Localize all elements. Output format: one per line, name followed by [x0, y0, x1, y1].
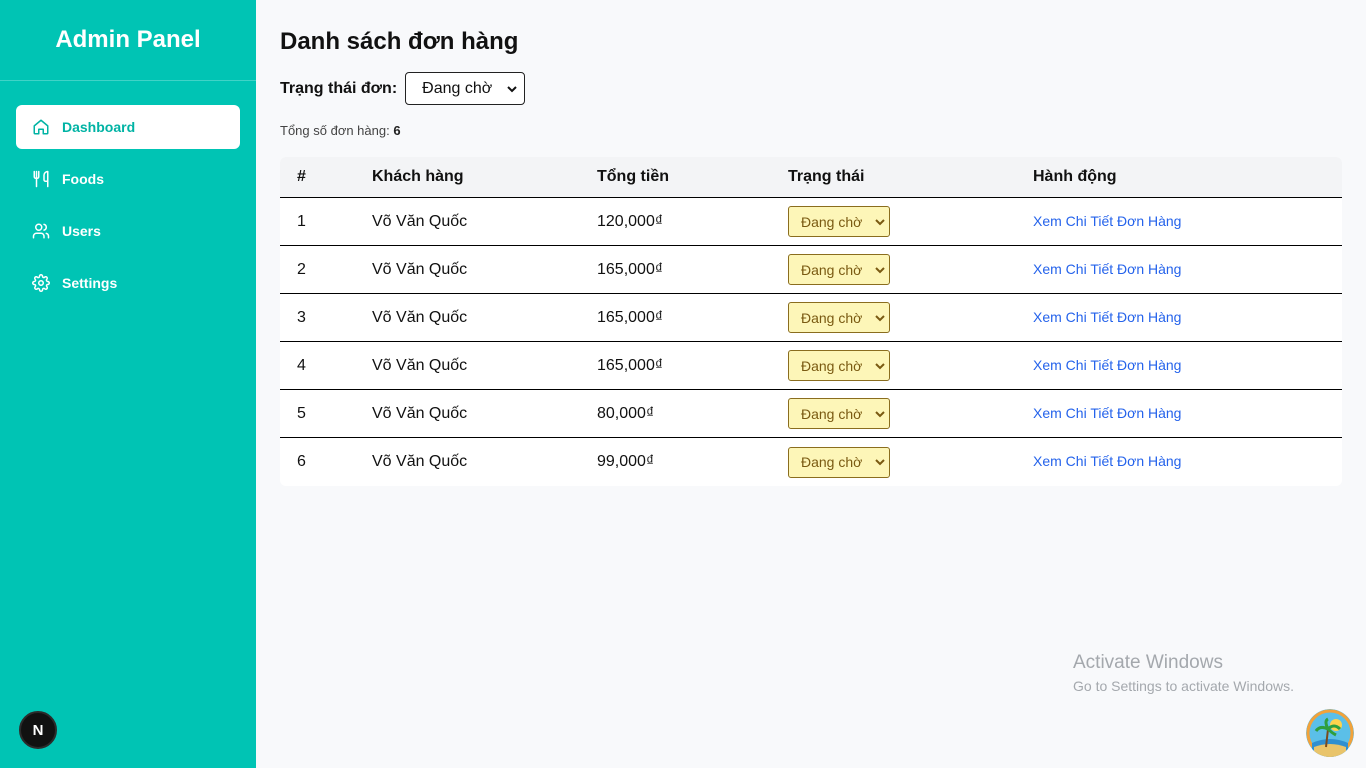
cell-customer: Võ Văn Quốc — [372, 308, 468, 326]
cell-total: 165,000₫ — [597, 260, 664, 278]
table-row: 6 Võ Văn Quốc 99,000₫ Đang chờ Xem Chi Tiết … — [280, 438, 1342, 486]
status-select[interactable]: Đang chờ — [788, 206, 890, 237]
view-order-detail-link[interactable]: Xem Chi Tiết Đơn Hàng — [1033, 357, 1181, 373]
sidebar-item-dashboard[interactable]: Dashboard — [16, 105, 240, 149]
cell-action: Xem Chi Tiết Đơn Hàng — [1033, 213, 1342, 231]
utensils-icon — [32, 170, 50, 188]
chevron-down-icon — [506, 83, 518, 95]
cell-total: 120,000₫ — [597, 212, 664, 230]
orders-table: # Khách hàng Tổng tiền Trạng thái Hành đ… — [280, 157, 1342, 486]
cell-action: Xem Chi Tiết Đơn Hàng — [1033, 357, 1342, 375]
total-label: Tổng số đơn hàng: — [280, 123, 390, 138]
cell-id: 5 — [297, 404, 306, 422]
status-select-value: Đang chờ — [801, 405, 863, 422]
cell-status: Đang chờ — [788, 302, 1033, 333]
chevron-down-icon — [874, 360, 886, 372]
header-total: Tổng tiền — [597, 168, 669, 185]
cell-id: 2 — [297, 260, 306, 278]
status-select-value: Đang chờ — [801, 309, 863, 326]
cell-customer: Võ Văn Quốc — [372, 404, 468, 422]
cell-customer: Võ Văn Quốc — [372, 212, 468, 230]
cell-status: Đang chờ — [788, 350, 1033, 381]
status-select-value: Đang chờ — [801, 357, 863, 374]
status-select[interactable]: Đang chờ — [788, 302, 890, 333]
gear-icon — [32, 274, 50, 292]
header-customer: Khách hàng — [372, 168, 464, 185]
status-select-value: Đang chờ — [801, 213, 863, 230]
cell-total: 80,000₫ — [597, 404, 655, 422]
cell-status: Đang chờ — [788, 206, 1033, 237]
sidebar-item-label: Settings — [62, 275, 118, 291]
users-icon — [32, 222, 50, 240]
view-order-detail-link[interactable]: Xem Chi Tiết Đơn Hàng — [1033, 453, 1181, 469]
chevron-down-icon — [874, 408, 886, 420]
header-status: Trạng thái — [788, 168, 865, 185]
status-select-value: Đang chờ — [801, 261, 863, 278]
view-order-detail-link[interactable]: Xem Chi Tiết Đơn Hàng — [1033, 261, 1181, 277]
status-filter-select[interactable]: Đang chờ — [405, 72, 526, 105]
brand-title: Admin Panel — [0, 0, 256, 81]
sidebar-item-users[interactable]: Users — [16, 209, 240, 253]
table-header: # Khách hàng Tổng tiền Trạng thái Hành đ… — [280, 157, 1342, 198]
cell-status: Đang chờ — [788, 254, 1033, 285]
cell-action: Xem Chi Tiết Đơn Hàng — [1033, 261, 1342, 279]
status-filter-label: Trạng thái đơn: — [280, 79, 398, 97]
cell-total: 99,000₫ — [597, 453, 655, 470]
status-select[interactable]: Đang chờ — [788, 446, 890, 478]
home-icon — [32, 118, 50, 136]
sidebar-item-foods[interactable]: Foods — [16, 157, 240, 201]
cell-customer: Võ Văn Quốc — [372, 356, 468, 374]
sidebar-nav: Dashboard Foods Users Settings — [0, 81, 256, 305]
cell-action: Xem Chi Tiết Đơn Hàng — [1033, 309, 1342, 327]
status-filter-value: Đang chờ — [422, 79, 493, 97]
cell-id: 6 — [297, 453, 306, 470]
cell-customer: Võ Văn Quốc — [372, 453, 468, 470]
sidebar-item-label: Users — [62, 223, 101, 239]
cell-total: 165,000₫ — [597, 356, 664, 374]
nextjs-badge[interactable]: N — [19, 711, 57, 749]
sidebar-item-label: Foods — [62, 171, 104, 187]
watermark-subtitle: Go to Settings to activate Windows. — [1073, 678, 1294, 694]
status-filter: Trạng thái đơn: Đang chờ — [280, 72, 526, 105]
header-action: Hành động — [1033, 168, 1117, 185]
table-row: 3 Võ Văn Quốc 165,000₫ Đang chờ Xem Chi Tiết… — [280, 294, 1342, 342]
total-value: 6 — [393, 123, 401, 138]
cell-action: Xem Chi Tiết Đơn Hàng — [1033, 405, 1342, 423]
sidebar-item-settings[interactable]: Settings — [16, 261, 240, 305]
cell-id: 4 — [297, 356, 306, 374]
cell-id: 1 — [297, 212, 306, 230]
view-order-detail-link[interactable]: Xem Chi Tiết Đơn Hàng — [1033, 213, 1181, 229]
status-select[interactable]: Đang chờ — [788, 254, 890, 285]
table-row: 5 Võ Văn Quốc 80,000₫ Đang chờ Xem Chi Tiết … — [280, 390, 1342, 438]
cell-id: 3 — [297, 308, 306, 326]
sidebar: Admin Panel Dashboard Foods Users Settin… — [0, 0, 256, 768]
beach-app-icon[interactable] — [1306, 709, 1354, 757]
cell-status: Đang chờ — [788, 446, 1033, 478]
chevron-down-icon — [874, 456, 886, 468]
cell-customer: Võ Văn Quốc — [372, 260, 468, 278]
cell-status: Đang chờ — [788, 398, 1033, 429]
table-row: 2 Võ Văn Quốc 165,000₫ Đang chờ Xem Chi Tiết… — [280, 246, 1342, 294]
status-select[interactable]: Đang chờ — [788, 350, 890, 381]
table-row: 4 Võ Văn Quốc 165,000₫ Đang chờ Xem Chi Tiết… — [280, 342, 1342, 390]
chevron-down-icon — [874, 264, 886, 276]
order-total-count: Tổng số đơn hàng: 6 — [280, 123, 401, 138]
view-order-detail-link[interactable]: Xem Chi Tiết Đơn Hàng — [1033, 309, 1181, 325]
chevron-down-icon — [874, 216, 886, 228]
chevron-down-icon — [874, 312, 886, 324]
cell-total: 165,000₫ — [597, 308, 664, 326]
view-order-detail-link[interactable]: Xem Chi Tiết Đơn Hàng — [1033, 405, 1181, 421]
table-body: 1 Võ Văn Quốc 120,000₫ Đang chờ Xem Chi Tiết… — [280, 198, 1342, 486]
watermark-title: Activate Windows — [1073, 652, 1223, 673]
header-id: # — [297, 168, 306, 185]
windows-activation-watermark: Activate Windows Go to Settings to activ… — [1073, 652, 1294, 694]
status-select-value: Đang chờ — [801, 454, 863, 470]
cell-action: Xem Chi Tiết Đơn Hàng — [1033, 453, 1342, 471]
table-row: 1 Võ Văn Quốc 120,000₫ Đang chờ Xem Chi Tiết… — [280, 198, 1342, 246]
page-title: Danh sách đơn hàng — [280, 28, 519, 55]
status-select[interactable]: Đang chờ — [788, 398, 890, 429]
sidebar-item-label: Dashboard — [62, 119, 136, 135]
